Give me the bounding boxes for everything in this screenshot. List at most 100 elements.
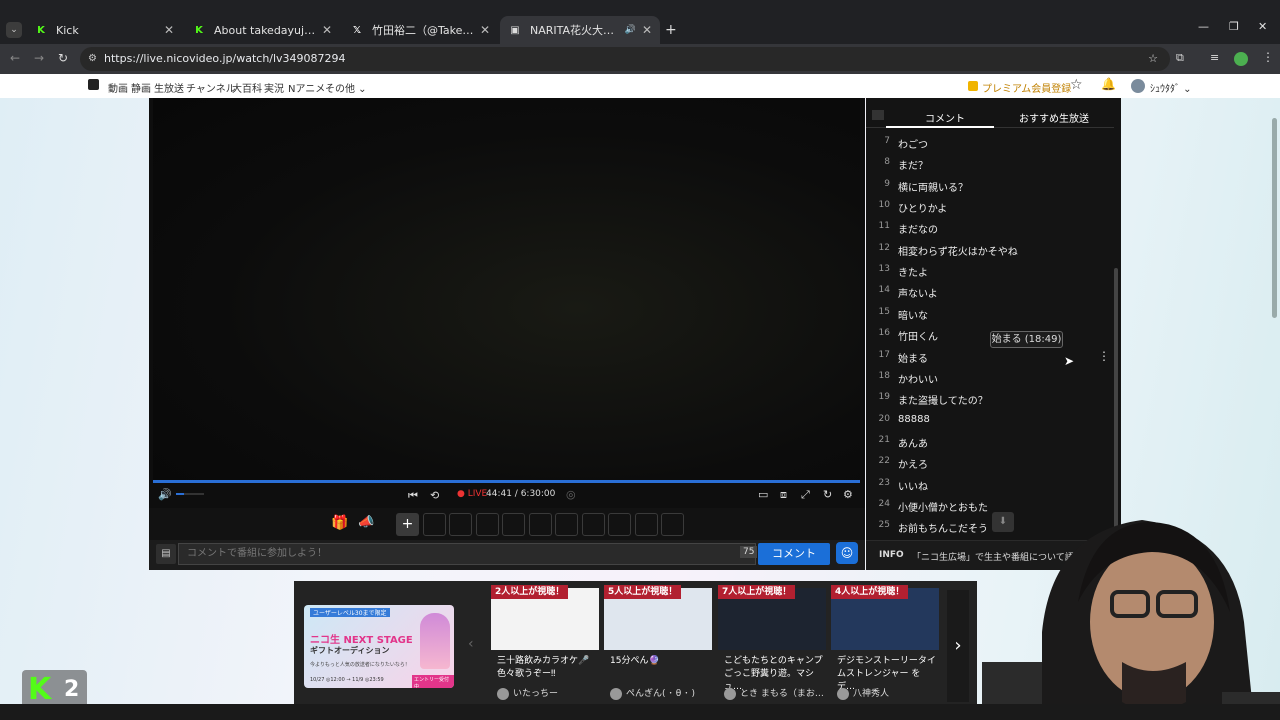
minimize-icon[interactable]: — [1198,20,1209,33]
pip-icon[interactable]: ⧈ [780,488,787,502]
comment-row[interactable]: 21 あんあ [866,431,1114,452]
nav-dic[interactable]: 大百科 [232,80,262,95]
comment-row[interactable]: 12 相変わらず花火はかそやね [866,239,1114,260]
program-card[interactable]: 4人以上が視聴！ デジモンストーリータイムストレンジャー をデ… 八神秀人 [831,585,939,703]
nav-jikkyo[interactable]: 実況 [264,80,284,95]
comment-row[interactable]: 22 かえろ [866,452,1114,473]
carousel-prev-icon[interactable]: ‹ [468,636,474,652]
comment-row[interactable]: 17 始まる [866,346,1114,367]
gift-icon[interactable]: 🎁 [331,515,348,531]
comment-text: お前もちんこだそう [898,524,988,536]
tab-niconico-live[interactable]: ▣ NARITA花火大会をみよう！ 🔊 ✕ [500,16,660,44]
new-tab-button[interactable]: + [665,22,677,38]
comment-menu-icon[interactable]: ⋮ [1098,349,1110,363]
rewind-icon[interactable]: ⟲ [430,489,439,502]
comment-row[interactable]: 15 暗いな [866,303,1114,324]
close-icon[interactable]: ✕ [642,23,652,37]
close-icon[interactable]: ✕ [480,23,490,37]
comment-toggle-icon[interactable]: ▭ [758,488,768,501]
close-icon[interactable]: ✕ [164,23,174,37]
comment-row[interactable]: 18 かわいい [866,367,1114,388]
comment-row[interactable]: 13 きたよ [866,260,1114,281]
nav-live[interactable]: 生放送 [154,80,184,95]
comment-row[interactable]: 7 わごつ [866,132,1114,153]
reload-player-icon[interactable]: ↻ [823,488,832,501]
item-slot[interactable] [635,513,658,536]
tab-comment[interactable]: コメント [925,110,965,125]
fullscreen-icon[interactable]: ⤢ [801,488,810,502]
emoji-icon[interactable]: ☺ [836,542,858,564]
tab-kick-about[interactable]: K About takedayuji_2525 - W ✕ [184,16,340,44]
campaign-banner[interactable]: ユーザーレベル30まで限定 ニコ生 NEXT STAGE ギフトオーディション … [304,605,454,688]
program-card[interactable]: 7人以上が視聴！ こどもたちとのキャンプごっこ野糞り遊。マシュ… とき まもる（まお… [718,585,826,703]
comment-row[interactable]: 8 まだ？ [866,153,1114,174]
volume-icon[interactable]: 🔊 [158,488,172,501]
url-field[interactable]: ⚙ https://live.nicovideo.jp/watch/lv3490… [80,47,1170,71]
niconico-logo-icon[interactable] [88,79,99,90]
program-card[interactable]: 5人以上が視聴！ 15分ぺん🔮 ぺんぎん( ･ θ ･ ) [604,585,712,703]
menu-icon[interactable]: ⋮ [1262,50,1274,64]
comment-row[interactable]: 20 88888 [866,410,1114,431]
close-window-icon[interactable]: ✕ [1258,20,1267,33]
tab-search-button[interactable]: ⌄ [6,22,22,38]
comment-row[interactable]: 9 横に両親いる？ [866,175,1114,196]
skip-back-icon[interactable]: ⏮ [408,489,418,503]
comment-row[interactable]: 11 まだなの [866,217,1114,238]
carousel-next-button[interactable]: › [947,590,969,702]
media-icon[interactable]: ≡ [1210,51,1219,64]
add-item-button[interactable]: + [396,513,419,536]
comment-row[interactable]: 19 また盗撮してたの？ [866,388,1114,409]
comment-row[interactable]: 10 ひとりかよ [866,196,1114,217]
page-scrollbar[interactable] [1272,118,1277,318]
close-icon[interactable]: ✕ [322,23,332,37]
comment-row[interactable]: 23 いいね [866,474,1114,495]
user-name[interactable]: ｼｭｳﾀﾀﾞ ⌄ [1150,80,1192,95]
item-slot[interactable] [661,513,684,536]
tab-x-profile[interactable]: 𝕏 竹田裕二（@TakedaYuji_2525） ✕ [342,16,498,44]
comment-mode-icon[interactable]: ▤ [156,544,176,564]
nav-more[interactable]: その他 ⌄ [325,80,367,95]
bookmark-star-icon[interactable]: ☆ [1148,47,1158,71]
site-info-icon[interactable]: ⚙ [88,47,97,71]
tab-kick[interactable]: K Kick ✕ [26,16,182,44]
nav-nanime[interactable]: Nアニメ [288,80,325,95]
program-card[interactable]: 2人以上が視聴！ 三十路飲みカラオケ🎤色々歌うぞー‼ いたっちー [491,585,599,703]
profile-avatar[interactable] [1234,52,1248,66]
comment-number: 21 [878,434,890,445]
item-slot[interactable] [608,513,631,536]
ad-megaphone-icon[interactable]: 📣 [358,515,374,530]
back-icon[interactable]: ← [10,51,20,65]
viewer-badge: 4人以上が視聴！ [831,585,909,599]
forward-icon[interactable]: → [34,51,44,65]
extensions-icon[interactable]: ⧉ [1176,51,1184,65]
nav-channel[interactable]: チャンネル [186,80,236,95]
panel-mode-icon[interactable] [872,110,884,120]
comment-input[interactable]: コメントで番組に参加しよう！ [178,543,756,565]
char-count: 75 [740,546,758,558]
seek-bar[interactable] [153,480,860,483]
item-slot-rank[interactable] [423,513,446,536]
live-sync-icon[interactable]: ◎ [566,488,576,501]
item-slot[interactable] [529,513,552,536]
item-slot[interactable] [476,513,499,536]
volume-slider[interactable] [176,493,204,495]
comment-scrollbar[interactable] [1114,268,1118,536]
tab-recommend[interactable]: おすすめ生放送 [1019,110,1089,125]
nav-seiga[interactable]: 静画 [131,80,151,95]
item-slot[interactable] [555,513,578,536]
item-slot[interactable] [582,513,605,536]
item-slot[interactable] [502,513,525,536]
bottom-bar [0,704,1280,720]
favorite-star-icon[interactable]: ☆ [1070,77,1083,93]
settings-gear-icon[interactable]: ⚙ [843,488,853,501]
item-slot[interactable] [449,513,472,536]
notification-bell-icon[interactable]: 🔔 [1101,77,1116,91]
premium-link[interactable]: プレミアム会員登録 [982,80,1071,95]
video-frame[interactable] [153,98,860,480]
maximize-icon[interactable]: ❐ [1229,20,1239,33]
comment-submit-button[interactable]: コメント [758,543,830,565]
nav-douga[interactable]: 動画 [108,80,128,95]
user-avatar[interactable] [1131,79,1145,93]
reload-icon[interactable]: ↻ [58,51,68,65]
comment-row[interactable]: 14 声ないよ [866,281,1114,302]
